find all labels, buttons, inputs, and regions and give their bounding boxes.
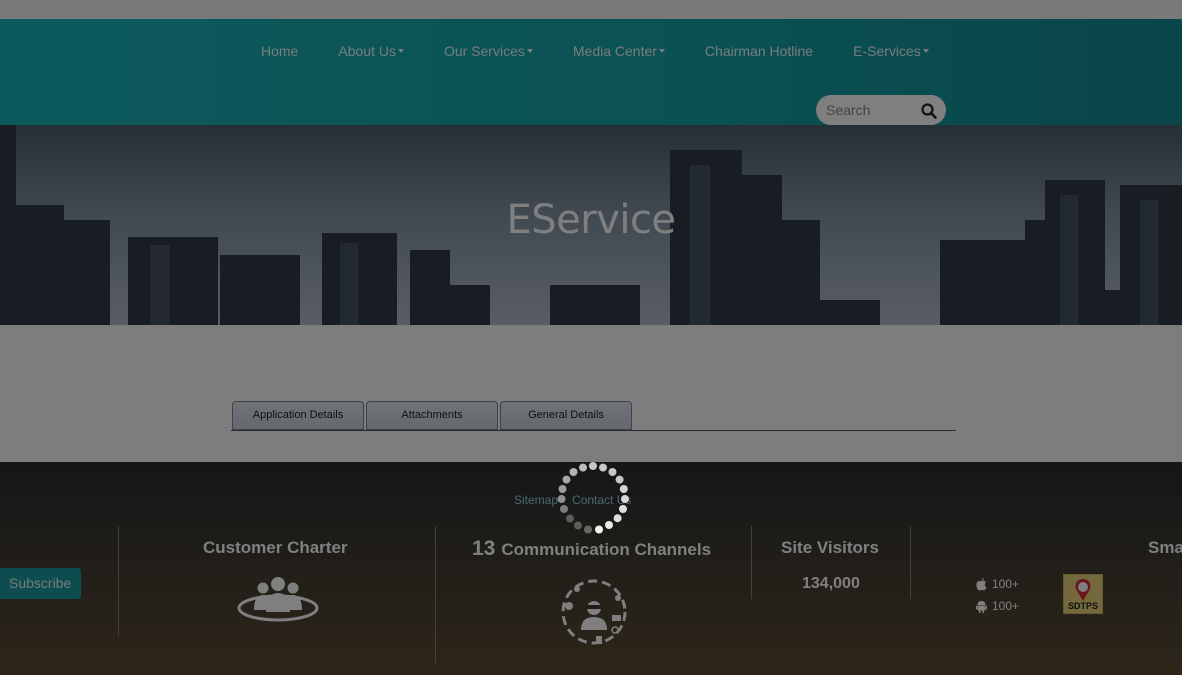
main-navbar: Home About Us Our Services Media Center … [0,19,1182,125]
apple-icon [976,577,987,590]
nav-label: Media Center [572,43,657,59]
nav-item-media-center[interactable]: Media Center [553,43,685,59]
tab-attachments[interactable]: Attachments [366,401,498,430]
caret-down-icon [397,49,404,53]
communication-count: 13 [472,537,496,560]
caret-down-icon [922,49,929,53]
customer-group-icon[interactable] [236,574,320,626]
search-input[interactable] [826,101,916,119]
nav-menu: Home About Us Our Services Media Center … [241,19,949,83]
caret-down-icon [526,49,533,53]
main-content: Application Details Attachments General … [0,325,1182,462]
nav-item-our-services[interactable]: Our Services [424,43,553,59]
tab-application-details[interactable]: Application Details [232,401,364,430]
smart-services-title: Sma [1148,538,1182,557]
nav-item-home[interactable]: Home [241,43,318,59]
map-pin-icon [1075,579,1091,601]
communication-gear-icon[interactable] [552,572,636,652]
nav-item-about-us[interactable]: About Us [318,43,424,59]
nav-label: Chairman Hotline [704,43,814,59]
customer-charter-title[interactable]: Customer Charter [203,538,348,558]
footer-divider [118,526,119,636]
search-icon[interactable] [920,102,938,120]
top-strip [0,0,1182,19]
site-visitors-count: 134,000 [802,575,860,592]
search-box [816,95,946,125]
nav-label: E-Services [853,43,921,59]
nav-label: Our Services [443,43,525,59]
android-icon [976,600,987,613]
nav-item-e-services[interactable]: E-Services [833,43,949,59]
site-visitors-title: Site Visitors [781,538,879,557]
hero-banner: EService [0,125,1182,325]
caret-down-icon [658,49,665,53]
footer-divider [435,526,436,663]
footer-divider [910,526,911,599]
ios-count: 100+ [992,577,1020,591]
nav-label: About Us [338,43,396,59]
sitemap-link[interactable]: Sitemap [514,493,558,507]
android-downloads: 100+ [976,599,1019,613]
loading-spinner-icon [557,462,629,534]
footer-divider [751,526,752,599]
tab-bar: Application Details Attachments General … [231,400,956,431]
subscribe-button[interactable]: Subscribe [0,568,81,599]
android-count: 100+ [992,599,1020,613]
nav-item-chairman-hotline[interactable]: Chairman Hotline [685,43,833,59]
communication-label: Communication Channels [501,540,712,559]
ios-downloads: 100+ [976,577,1019,591]
nav-label: Home [261,43,299,59]
tab-general-details[interactable]: General Details [500,401,632,430]
communication-channels-title[interactable]: 13 Communication Channels [472,537,711,561]
page-title: EService [506,197,676,243]
sdtps-app-logo[interactable]: SDTPS [1063,574,1103,614]
sdtps-label: SDTPS [1067,601,1098,611]
